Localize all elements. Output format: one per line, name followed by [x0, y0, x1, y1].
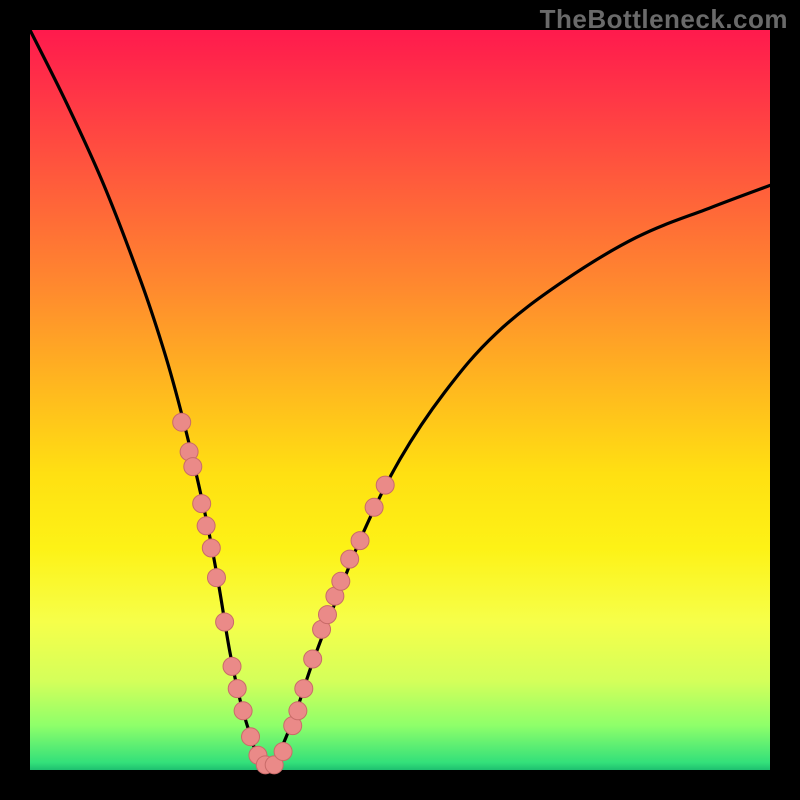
- dot: [304, 650, 322, 668]
- dot: [289, 702, 307, 720]
- dot: [295, 680, 313, 698]
- highlight-dots: [173, 413, 395, 774]
- dot: [332, 572, 350, 590]
- dot: [234, 702, 252, 720]
- dot: [193, 495, 211, 513]
- dot: [341, 550, 359, 568]
- chart-frame: TheBottleneck.com: [0, 0, 800, 800]
- dot: [184, 458, 202, 476]
- dot: [274, 743, 292, 761]
- dot: [207, 569, 225, 587]
- dot: [376, 476, 394, 494]
- dot: [197, 517, 215, 535]
- dot: [242, 728, 260, 746]
- dot: [365, 498, 383, 516]
- chart-svg: [30, 30, 770, 770]
- dot: [228, 680, 246, 698]
- dot: [216, 613, 234, 631]
- dot: [318, 606, 336, 624]
- dot: [173, 413, 191, 431]
- dot: [351, 532, 369, 550]
- watermark-label: TheBottleneck.com: [540, 4, 788, 35]
- dot: [223, 657, 241, 675]
- bottleneck-curve: [30, 30, 770, 766]
- dot: [202, 539, 220, 557]
